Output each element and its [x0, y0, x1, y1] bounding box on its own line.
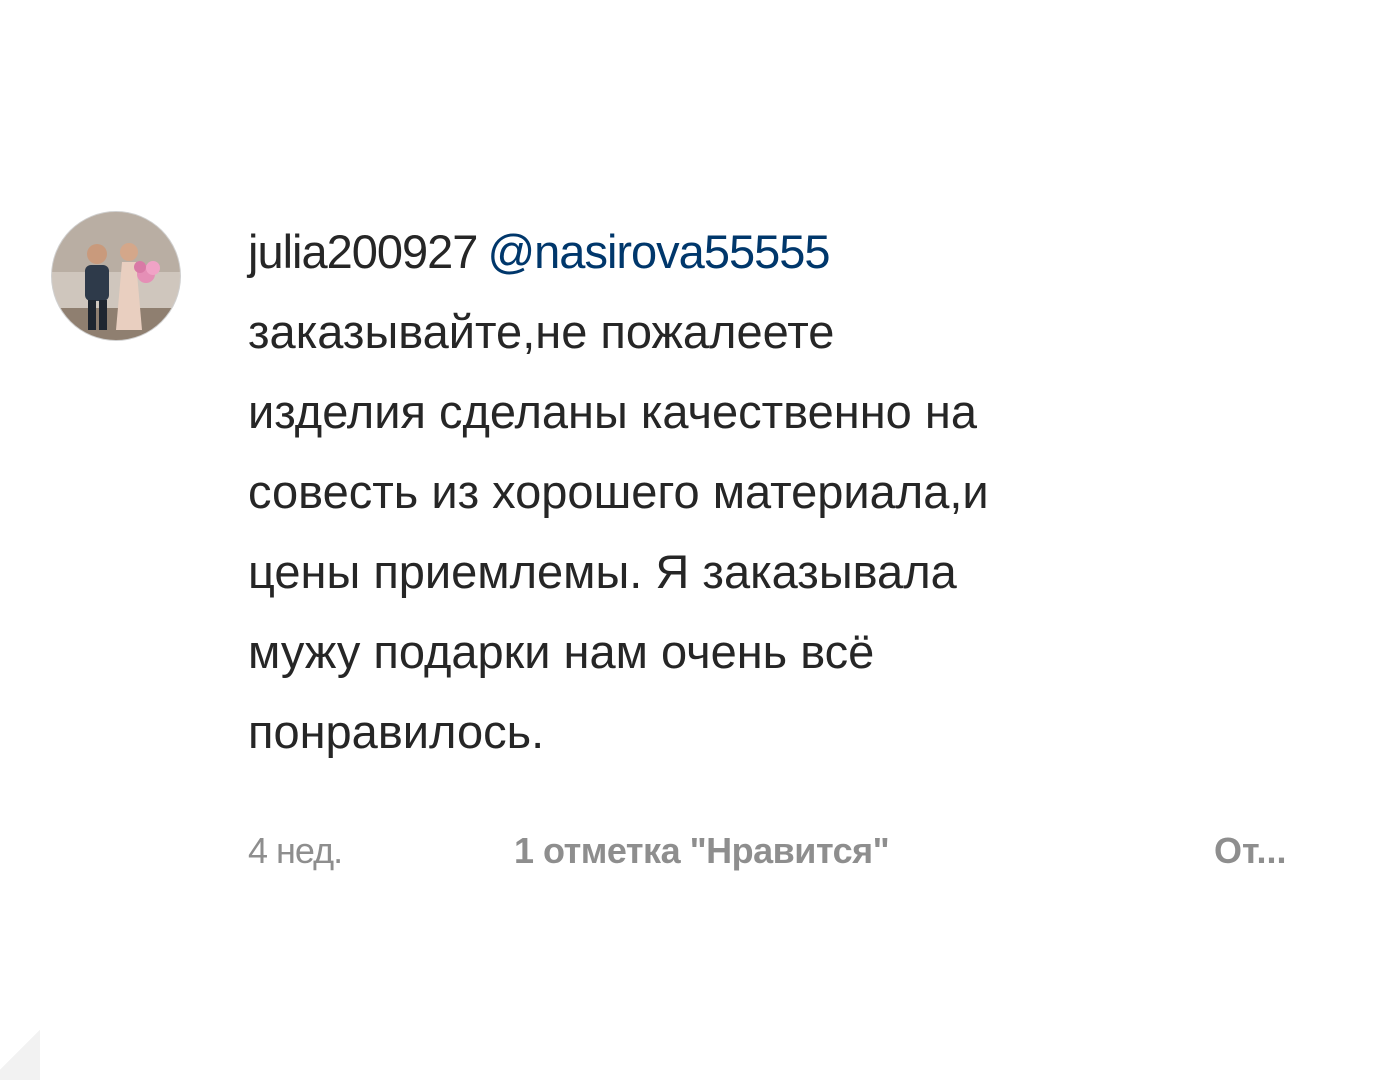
avatar[interactable]	[52, 212, 180, 340]
mention-link[interactable]: @nasirova55555	[487, 225, 830, 278]
reply-button[interactable]: От...	[1214, 830, 1286, 872]
username-link[interactable]: julia200927	[248, 225, 478, 278]
comment-text: заказывайте,не пожалеете изделия сделаны…	[248, 305, 989, 758]
comment-timestamp: 4 нед.	[248, 830, 343, 871]
avatar-photo	[52, 212, 180, 340]
comment-meta: 4 нед. 1 отметка "Нравится" От...	[248, 830, 1358, 880]
page-corner-decoration	[0, 1020, 40, 1080]
likes-count-link[interactable]: 1 отметка "Нравится"	[514, 830, 890, 872]
comment-header: julia200927 @nasirova55555	[248, 212, 1358, 292]
comment-content: julia200927 @nasirova55555 заказывайте,не…	[248, 212, 1358, 880]
